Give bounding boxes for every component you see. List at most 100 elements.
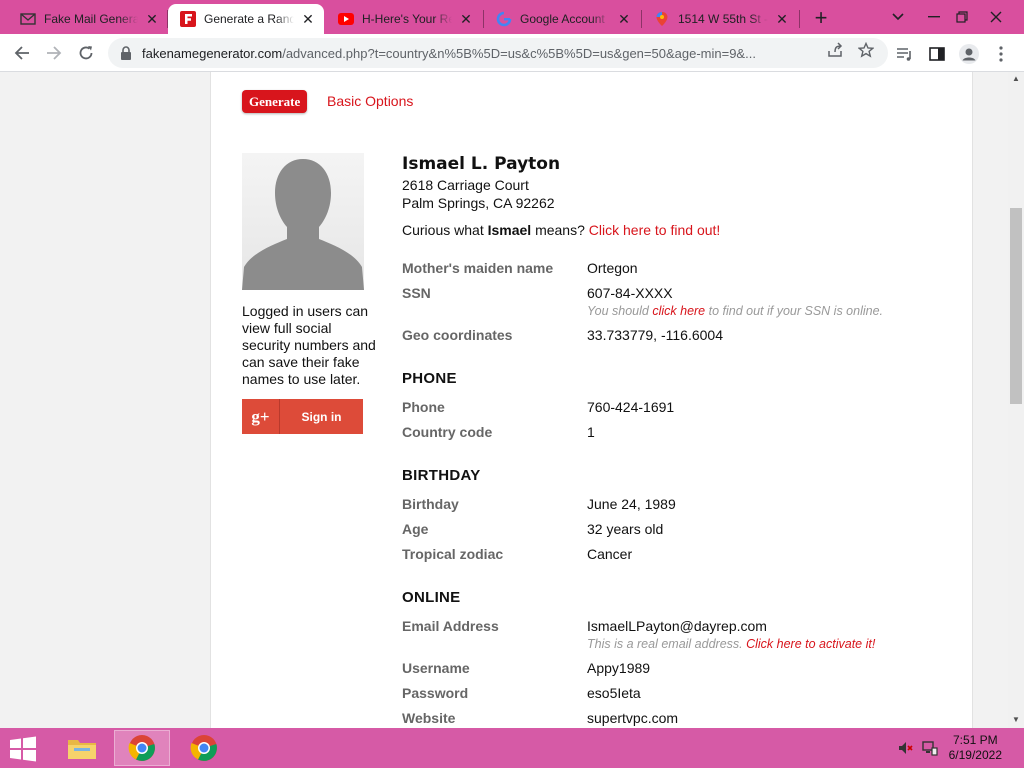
forward-arrow-icon[interactable] [40, 39, 68, 67]
basic-options-link[interactable]: Basic Options [327, 93, 413, 109]
new-tab-button[interactable]: + [808, 6, 834, 32]
windows-start-icon[interactable] [8, 736, 38, 762]
url-path: /advanced.php?t=country&n%5B%5D=us&c%5B%… [282, 45, 756, 61]
ssn-value: 607-84-XXXX [587, 285, 673, 301]
ssn-check-link[interactable]: click here [652, 304, 705, 318]
geo-coordinates-link[interactable]: 33.733779, -116.6004 [587, 327, 723, 343]
window-close-icon[interactable] [978, 0, 1014, 34]
maiden-name-value: Ortegon [587, 260, 638, 276]
email-label: Email Address [402, 618, 499, 634]
website-value: supertvpc.com [587, 710, 679, 726]
mail-icon [20, 11, 36, 27]
password-value: eso5Ieta [587, 685, 641, 701]
close-icon[interactable]: ✕ [458, 11, 474, 27]
tab-google-account[interactable]: Google Account ✕ [484, 4, 640, 34]
chevron-down-icon[interactable] [880, 0, 916, 34]
system-clock[interactable]: 7:51 PM 6/19/2022 [949, 733, 1002, 763]
tab-fake-mail[interactable]: Fake Mail Generator ✕ [8, 4, 168, 34]
side-panel-icon[interactable] [926, 43, 948, 65]
city-state-zip: Palm Springs, CA 92262 [402, 195, 555, 211]
email-note-text: This is a real email address. [587, 637, 747, 651]
online-heading: ONLINE [402, 589, 461, 606]
clock-date: 6/19/2022 [948, 748, 1002, 762]
google-icon [496, 11, 512, 27]
chrome-taskbar-icon[interactable] [114, 730, 170, 766]
close-icon[interactable]: ✕ [774, 11, 790, 27]
scroll-up-arrow-icon[interactable]: ▲ [1008, 72, 1024, 86]
share-icon[interactable] [826, 41, 844, 59]
email-value: IsmaelLPayton@dayrep.com [587, 618, 767, 634]
file-explorer-icon[interactable] [54, 730, 110, 766]
email-note: This is a real email address. Click here… [587, 637, 875, 651]
generate-button[interactable]: Generate [242, 90, 308, 113]
name-meaning-link[interactable]: Click here to find out! [589, 222, 721, 238]
password-label: Password [402, 685, 469, 701]
more-menu-icon[interactable] [990, 43, 1012, 65]
signin-label: Sign in [301, 409, 342, 424]
google-plus-signin-button[interactable]: g+ Sign in [242, 399, 363, 434]
reload-icon[interactable] [72, 39, 100, 67]
tab-title: Fake Mail Generator [44, 12, 138, 26]
page-viewport: Generate Basic Options Logged in users c… [0, 72, 1008, 728]
tab-youtube[interactable]: H-Here's Your Re ✕ [326, 4, 482, 34]
maps-icon [654, 11, 670, 27]
address-bar[interactable]: fakenamegenerator.com/advanced.php?t=cou… [108, 38, 888, 68]
tab-generate-random-name[interactable]: Generate a Random Name ✕ [168, 4, 324, 34]
lock-icon[interactable] [120, 46, 134, 60]
content-card: Generate Basic Options Logged in users c… [210, 72, 973, 728]
close-icon[interactable]: ✕ [300, 11, 316, 27]
login-note: Logged in users can view full social sec… [242, 303, 376, 387]
zodiac-value: Cancer [587, 546, 633, 562]
username-label: Username [402, 660, 470, 676]
url-text: fakenamegenerator.com/advanced.php?t=cou… [142, 46, 888, 61]
tab-title: H-Here's Your Re [362, 12, 452, 26]
identity-block: Ismael L. Payton 2618 Carriage Court Pal… [402, 154, 560, 212]
chrome-profile-taskbar-icon[interactable] [176, 730, 232, 766]
url-host: fakenamegenerator.com [142, 45, 283, 61]
windows-taskbar: 7:51 PM 6/19/2022 [0, 728, 1024, 768]
close-icon[interactable]: ✕ [144, 11, 160, 27]
scroll-thumb[interactable] [1010, 208, 1022, 404]
fakename-favicon [180, 11, 196, 27]
website-label: Website [402, 710, 456, 726]
vertical-scrollbar[interactable]: ▲ ▼ [1008, 72, 1024, 728]
network-icon[interactable] [922, 740, 938, 756]
phone-value: 760-424-1691 [587, 399, 675, 415]
tab-maps[interactable]: 1514 W 55th St - ✕ [642, 4, 798, 34]
username-value: Appy1989 [587, 660, 651, 676]
close-icon[interactable]: ✕ [616, 11, 632, 27]
scroll-down-arrow-icon[interactable]: ▼ [1008, 713, 1024, 727]
media-queue-icon[interactable] [894, 43, 916, 65]
tab-title: Generate a Random Name [204, 12, 294, 26]
youtube-icon [338, 11, 354, 27]
birthday-heading: BIRTHDAY [402, 467, 481, 484]
country-code-label: Country code [402, 424, 493, 440]
first-name: Ismael [487, 222, 532, 238]
geo-label: Geo coordinates [402, 327, 513, 343]
volume-muted-icon[interactable] [898, 740, 914, 756]
phone-label: Phone [402, 399, 445, 415]
ssn-note-prefix: You should [587, 304, 653, 318]
restore-icon[interactable] [944, 0, 980, 34]
tab-strip: Fake Mail Generator ✕ Generate a Random … [0, 0, 1024, 34]
curious-suffix: means? [531, 222, 589, 238]
phone-heading: PHONE [402, 370, 457, 387]
tab-title: 1514 W 55th St - [678, 12, 768, 26]
birthday-value: June 24, 1989 [587, 496, 676, 512]
birthday-label: Birthday [402, 496, 459, 512]
bookmark-star-icon[interactable] [857, 41, 875, 59]
back-arrow-icon[interactable] [8, 39, 36, 67]
age-label: Age [402, 521, 429, 537]
zodiac-label: Tropical zodiac [402, 546, 504, 562]
street-address: 2618 Carriage Court [402, 177, 529, 193]
avatar [242, 153, 364, 290]
ssn-label: SSN [402, 285, 431, 301]
browser-toolbar: fakenamegenerator.com/advanced.php?t=cou… [0, 34, 1024, 72]
maiden-name-label: Mother's maiden name [402, 260, 554, 276]
ssn-note-suffix: to find out if your SSN is online. [705, 304, 884, 318]
name-meaning-line: Curious what Ismael means? Click here to… [402, 222, 720, 238]
activate-email-link[interactable]: Click here to activate it! [746, 637, 875, 651]
ssn-note: You should click here to find out if you… [587, 304, 883, 318]
profile-avatar-icon[interactable] [958, 43, 980, 65]
curious-prefix: Curious what [402, 222, 488, 238]
